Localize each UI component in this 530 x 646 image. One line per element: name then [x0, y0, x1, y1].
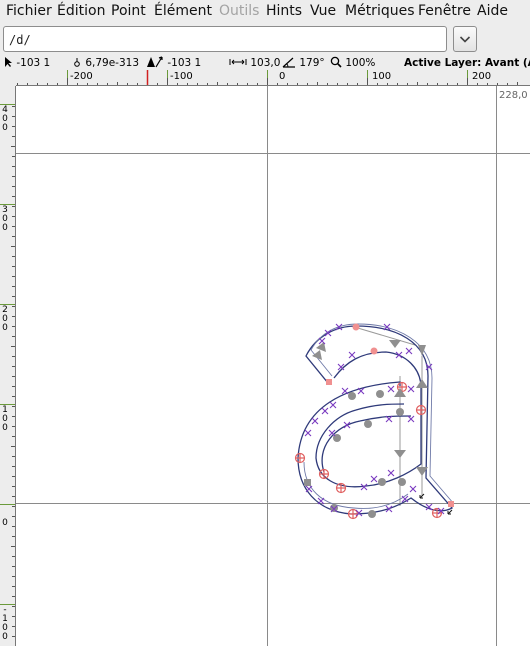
horizontal-ruler-ticks	[17, 70, 518, 85]
horizontal-ruler[interactable]: -200 -100 0 100 200	[16, 70, 530, 86]
menu-metriques[interactable]: Métriques	[345, 3, 415, 19]
distance-icon	[229, 59, 247, 65]
vertical-ruler-ticks	[0, 104, 15, 637]
ruler-label: -100	[170, 71, 193, 82]
delta-readout: -103 1	[146, 56, 201, 70]
glyph-outline-view	[16, 86, 530, 646]
distance-value: 103,0	[250, 57, 281, 69]
glyph-toolbar: /d/	[0, 24, 530, 56]
zoom-readout: 100%	[330, 56, 375, 70]
menu-outils[interactable]: Outils	[219, 3, 259, 19]
curve-point	[352, 323, 360, 331]
menu-aide[interactable]: Aide	[477, 3, 508, 19]
control-point	[330, 504, 338, 512]
angle-icon	[282, 57, 295, 68]
angle-readout: 179°	[282, 56, 325, 70]
menu-edition[interactable]: Édition	[57, 3, 105, 19]
ruler-label: 300	[2, 205, 8, 233]
pointer-icon	[5, 57, 12, 67]
menu-fichier[interactable]: Fichier	[6, 3, 52, 19]
pointer-coords: -103 1	[16, 57, 51, 69]
glyph-edit-canvas[interactable]: 228,0	[16, 86, 530, 646]
glyph-name-input[interactable]: /d/	[3, 26, 447, 52]
menu-bar: Fichier Édition Point Élément Outils Hin…	[0, 0, 530, 24]
menu-vue[interactable]: Vue	[310, 3, 336, 19]
control-point	[378, 478, 386, 486]
chevron-down-icon	[459, 36, 471, 43]
ruler-label: 200	[472, 71, 492, 82]
menu-fenetre[interactable]: Fenêtre	[418, 3, 471, 19]
ruler-label: 100	[2, 405, 8, 433]
selected-value-readout: 6,79e-313	[72, 56, 139, 70]
menu-point[interactable]: Point	[111, 3, 146, 19]
selected-value: 6,79e-313	[85, 57, 140, 69]
ruler-label: 0	[2, 518, 8, 528]
direction-arrow	[394, 450, 406, 458]
ruler-label: -100	[2, 605, 8, 642]
ruler-label: -200	[70, 71, 93, 82]
ruler-label: 0	[279, 71, 286, 82]
hint-arrow-icon	[447, 509, 453, 515]
ruler-label: 400	[2, 105, 8, 133]
pointer-readout: -103 1	[3, 56, 50, 70]
direction-arrow	[389, 340, 401, 348]
ruler-label: 100	[372, 71, 392, 82]
delta-icon	[147, 56, 163, 68]
ruler-corner	[0, 70, 16, 86]
control-point	[304, 479, 311, 486]
control-point	[364, 420, 372, 428]
zoom-value: 100%	[345, 57, 376, 69]
curve-point	[370, 347, 378, 355]
active-layer-label: Active Layer: Avant (A	[404, 57, 530, 69]
ruler-label: 200	[2, 305, 8, 333]
point-icon	[74, 58, 80, 67]
info-bar: -103 1 6,79e-313 -103 1 103,0 179° 100% …	[0, 56, 530, 70]
control-point	[368, 510, 376, 518]
control-point	[348, 392, 356, 400]
corner-point	[448, 501, 454, 507]
control-point	[376, 390, 384, 398]
control-point	[396, 408, 404, 416]
glyph-dropdown-button[interactable]	[453, 26, 477, 52]
menu-hints[interactable]: Hints	[266, 3, 302, 19]
menu-element[interactable]: Élément	[154, 3, 212, 19]
angle-value: 179°	[299, 57, 325, 69]
direction-arrow	[418, 345, 426, 356]
vertical-ruler[interactable]: 400 300 200 100 0 -100	[0, 70, 16, 646]
zoom-icon	[330, 56, 342, 68]
delta-coords: -103 1	[167, 57, 202, 69]
direction-arrow	[416, 379, 428, 388]
direction-arrow	[394, 388, 406, 397]
distance-readout: 103,0	[229, 56, 280, 70]
corner-point	[326, 379, 332, 385]
control-point	[398, 478, 406, 486]
direction-arrow	[312, 350, 322, 360]
